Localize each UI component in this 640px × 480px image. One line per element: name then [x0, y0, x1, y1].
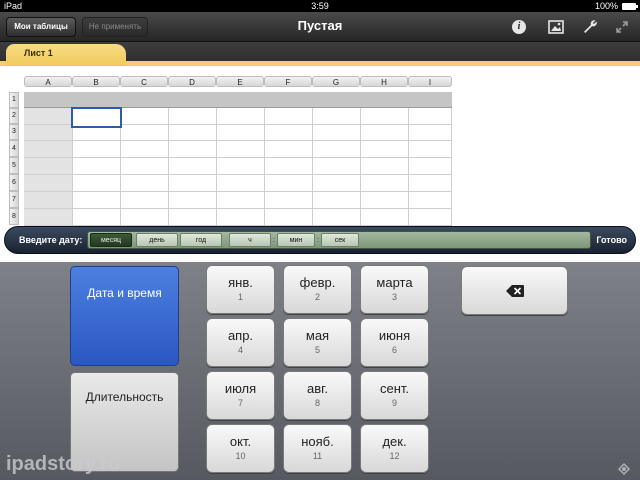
- month-key-name: марта: [376, 275, 413, 290]
- column-header-c[interactable]: C: [120, 76, 168, 87]
- time-separator: :: [273, 237, 275, 244]
- month-key-feb[interactable]: февр. 2: [283, 265, 352, 314]
- fullscreen-icon[interactable]: [614, 19, 630, 35]
- grid-line: [408, 108, 409, 228]
- row-header-8[interactable]: 8: [9, 208, 19, 225]
- month-key-aug[interactable]: авг. 8: [283, 371, 352, 420]
- hour-token[interactable]: ч: [229, 233, 271, 247]
- media-icon[interactable]: [548, 19, 564, 35]
- done-button[interactable]: Готово: [596, 235, 627, 245]
- row-header-5[interactable]: 5: [9, 157, 19, 174]
- tools-icon[interactable]: [582, 19, 598, 35]
- year-token[interactable]: год: [180, 233, 222, 247]
- row-header-1[interactable]: 1: [9, 92, 19, 108]
- month-key-jul[interactable]: июля 7: [206, 371, 275, 420]
- date-time-mode-button[interactable]: Дата и время: [70, 266, 179, 366]
- month-key-name: дек.: [382, 434, 407, 449]
- month-key-number: 11: [312, 451, 323, 461]
- month-key-apr[interactable]: апр. 4: [206, 318, 275, 367]
- undo-button[interactable]: Не применять: [82, 17, 148, 37]
- month-key-name: авг.: [307, 381, 328, 396]
- date-keyboard: Дата и время Длительность янв. 1 февр. 2…: [0, 262, 640, 480]
- second-token[interactable]: сек: [321, 233, 359, 247]
- grid-line: [24, 208, 452, 209]
- header-column: [24, 108, 72, 228]
- month-key-name: окт.: [229, 434, 252, 449]
- month-key-number: 12: [389, 451, 400, 461]
- month-key-name: нояб.: [301, 434, 334, 449]
- column-header-e[interactable]: E: [216, 76, 264, 87]
- watermark-icon: [617, 462, 631, 476]
- grid-line: [451, 108, 452, 228]
- column-header-b[interactable]: B: [72, 76, 120, 87]
- grid-line: [312, 108, 313, 228]
- tab-sheet-1[interactable]: Лист 1: [6, 44, 126, 66]
- sheet-tab-bar: Лист 1: [0, 42, 640, 66]
- delete-icon: [506, 285, 524, 297]
- month-key-name: мая: [305, 328, 330, 343]
- month-key-dec[interactable]: дек. 12: [360, 424, 429, 473]
- document-title: Пустая: [297, 18, 343, 33]
- column-header-h[interactable]: H: [360, 76, 408, 87]
- grid-line: [168, 108, 169, 228]
- month-key-number: 6: [391, 345, 397, 355]
- month-key-name: янв.: [228, 275, 253, 290]
- grid-line: [24, 191, 452, 192]
- month-key-name: июня: [378, 328, 411, 343]
- grid-line: [24, 140, 452, 141]
- my-spreadsheets-button[interactable]: Мои таблицы: [6, 17, 76, 37]
- month-key-oct[interactable]: окт. 10: [206, 424, 275, 473]
- month-key-name: апр.: [227, 328, 254, 343]
- month-key-number: 10: [235, 451, 246, 461]
- month-key-nov[interactable]: нояб. 11: [283, 424, 352, 473]
- row-header-4[interactable]: 4: [9, 140, 19, 157]
- watermark-text: ipadstory.ru: [6, 453, 121, 475]
- month-token[interactable]: месяц: [90, 233, 132, 247]
- column-header-g[interactable]: G: [312, 76, 360, 87]
- month-key-number: 3: [391, 292, 397, 302]
- header-row[interactable]: [24, 92, 452, 108]
- month-key-number: 8: [314, 398, 320, 408]
- minute-token[interactable]: мин: [277, 233, 315, 247]
- battery-icon: [622, 3, 638, 10]
- battery-percent: 100%: [594, 1, 618, 11]
- row-header-3[interactable]: 3: [9, 124, 19, 140]
- grid-line: [216, 108, 217, 228]
- grid-line: [24, 174, 452, 175]
- selected-cell-b2[interactable]: [71, 107, 122, 128]
- toolbar: Мои таблицы Не применять Пустая i: [0, 12, 640, 42]
- info-icon[interactable]: i: [512, 20, 526, 34]
- month-key-number: 9: [391, 398, 397, 408]
- month-key-number: 1: [237, 292, 243, 302]
- month-key-name: сент.: [379, 381, 410, 396]
- day-token[interactable]: день: [136, 233, 178, 247]
- month-key-jun[interactable]: июня 6: [360, 318, 429, 367]
- month-key-number: 4: [237, 345, 243, 355]
- month-key-name: июля: [224, 381, 257, 396]
- month-key-may[interactable]: мая 5: [283, 318, 352, 367]
- month-key-name: февр.: [299, 275, 336, 290]
- status-time: 3:59: [311, 1, 329, 11]
- time-separator: :: [317, 237, 319, 244]
- delete-key[interactable]: [461, 266, 568, 315]
- date-entry-label: Введите дату:: [19, 235, 83, 245]
- column-header-f[interactable]: F: [264, 76, 312, 87]
- month-key-jan[interactable]: янв. 1: [206, 265, 275, 314]
- row-header-7[interactable]: 7: [9, 191, 19, 208]
- month-key-sep[interactable]: сент. 9: [360, 371, 429, 420]
- grid-line: [264, 108, 265, 228]
- row-header-6[interactable]: 6: [9, 174, 19, 191]
- month-key-mar[interactable]: марта 3: [360, 265, 429, 314]
- date-entry-bar: Введите дату: месяц день год ч : мин : с…: [4, 226, 636, 254]
- month-key-number: 2: [314, 292, 320, 302]
- month-key-number: 5: [314, 345, 320, 355]
- status-bar: iPad 3:59 100%: [0, 0, 640, 12]
- column-header-a[interactable]: A: [24, 76, 72, 87]
- column-header-d[interactable]: D: [168, 76, 216, 87]
- row-header-2[interactable]: 2: [9, 108, 19, 124]
- month-key-number: 7: [237, 398, 243, 408]
- grid-line: [24, 157, 452, 158]
- grid-line: [360, 108, 361, 228]
- column-header-i[interactable]: I: [408, 76, 452, 87]
